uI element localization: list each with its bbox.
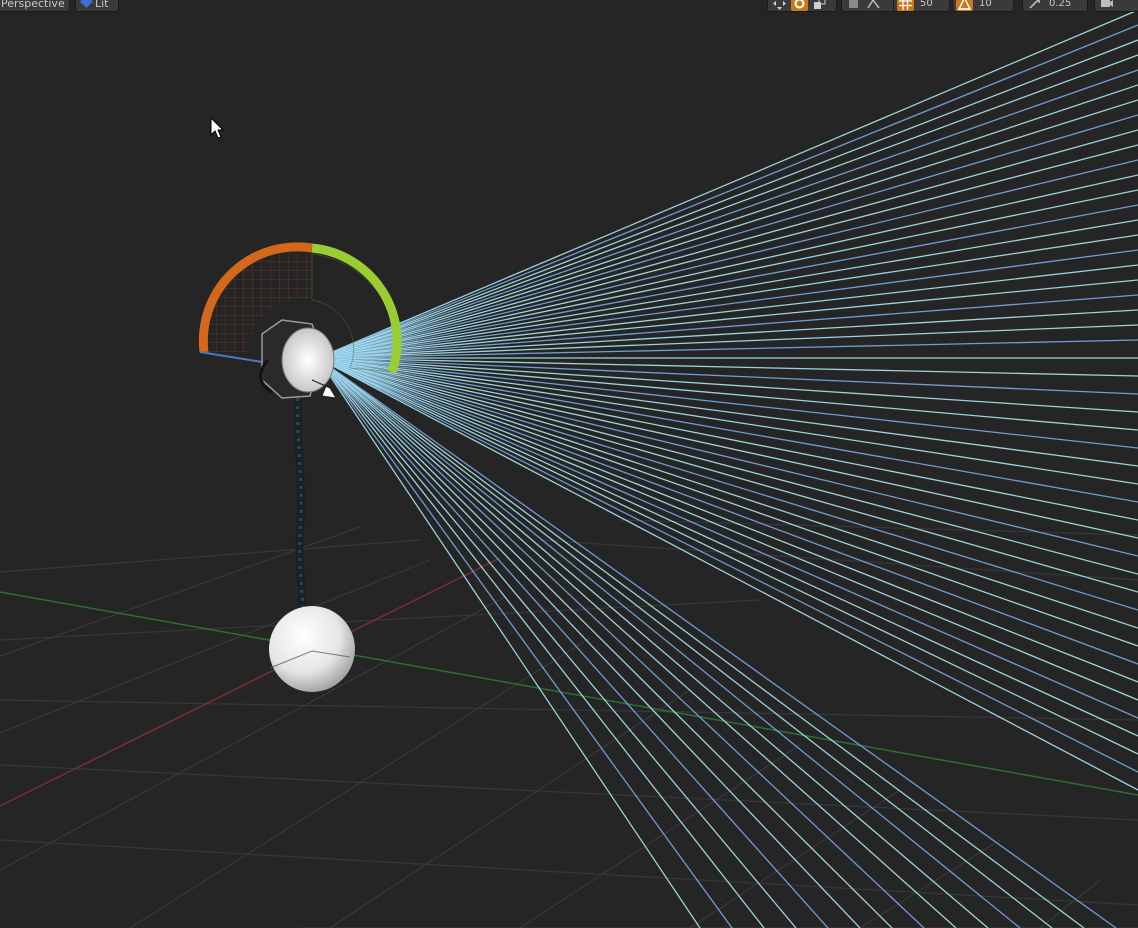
grid-line [0,559,431,734]
rotation-snap-value[interactable]: 10 [976,0,995,11]
light-ray [317,357,1138,449]
lit-cube-icon [80,0,93,8]
light-ray [317,357,1138,773]
grid-line [539,539,1138,581]
light-ray [317,357,1138,377]
grid-snap-value[interactable]: 50 [917,0,936,11]
light-ray [317,189,1138,359]
light-ray [317,357,797,928]
light-ray [317,264,1138,359]
light-ray [317,357,1138,755]
light-ray [317,114,1138,359]
light-ray [317,357,1021,928]
light-ray [317,357,765,928]
view-mode-label: Perspective [1,0,65,10]
light-ray [317,69,1138,359]
light-ray [317,357,1138,647]
lit-mode-label: Lit [95,0,109,10]
light-ray [317,204,1138,359]
spotlight-icon[interactable] [259,319,337,399]
light-ray [317,357,1053,928]
light-ray [317,357,1138,791]
light-ray [317,357,1138,593]
surface-snap-icon[interactable] [865,0,882,11]
grid-line [129,637,591,928]
light-cable [293,389,308,631]
scale-snap-icon[interactable] [1026,0,1043,11]
light-ray [317,357,861,928]
mouse-cursor-icon [210,116,225,139]
grid-snap-group: 50 [893,0,950,12]
rotation-snap-icon[interactable] [956,0,973,11]
rotation-snap-group: 10 [952,0,1014,12]
light-ray [317,39,1138,359]
light-rays [317,9,1138,928]
world-local-icon[interactable] [845,0,862,11]
light-ray [317,129,1138,359]
grid-line [0,596,506,871]
light-ray [317,9,1138,359]
level-viewport[interactable] [0,0,1138,928]
camera-speed-icon[interactable] [1098,0,1115,11]
coordinate-tools [841,0,895,12]
light-ray [317,159,1138,359]
view-mode-button[interactable]: Perspective [0,0,70,12]
light-ray [317,24,1138,359]
grid-line [0,764,1138,821]
light-ray [317,219,1138,359]
light-ray [317,357,1138,701]
camera-speed-group [1094,0,1138,12]
grid-snap-icon[interactable] [897,0,914,11]
light-ray [317,54,1138,359]
rotate-icon[interactable] [791,0,808,11]
light-ray [317,357,1138,485]
sphere-actor[interactable] [269,606,355,692]
grid-line [0,599,761,641]
lit-mode-button[interactable]: Lit [75,0,119,12]
grid-line [329,689,691,928]
floor-grid [0,519,1138,928]
light-ray [317,357,1138,431]
scale-icon[interactable] [811,0,828,11]
grid-line [0,839,1138,906]
light-ray [317,357,1138,395]
light-ray [317,357,1117,928]
light-ray [317,357,989,928]
light-ray [317,357,1138,611]
light-ray [317,357,1138,683]
transform-tools [767,0,837,12]
light-ray [317,234,1138,359]
light-ray [317,357,1138,737]
x-axis-line [0,557,501,807]
translate-icon[interactable] [771,0,788,11]
scale-snap-group: 0.25 [1022,0,1088,12]
grid-line [859,839,1001,928]
grid-line [0,539,421,573]
light-ray [317,357,925,928]
grid-line [1039,879,1101,928]
scale-snap-value[interactable]: 0.25 [1046,0,1074,11]
